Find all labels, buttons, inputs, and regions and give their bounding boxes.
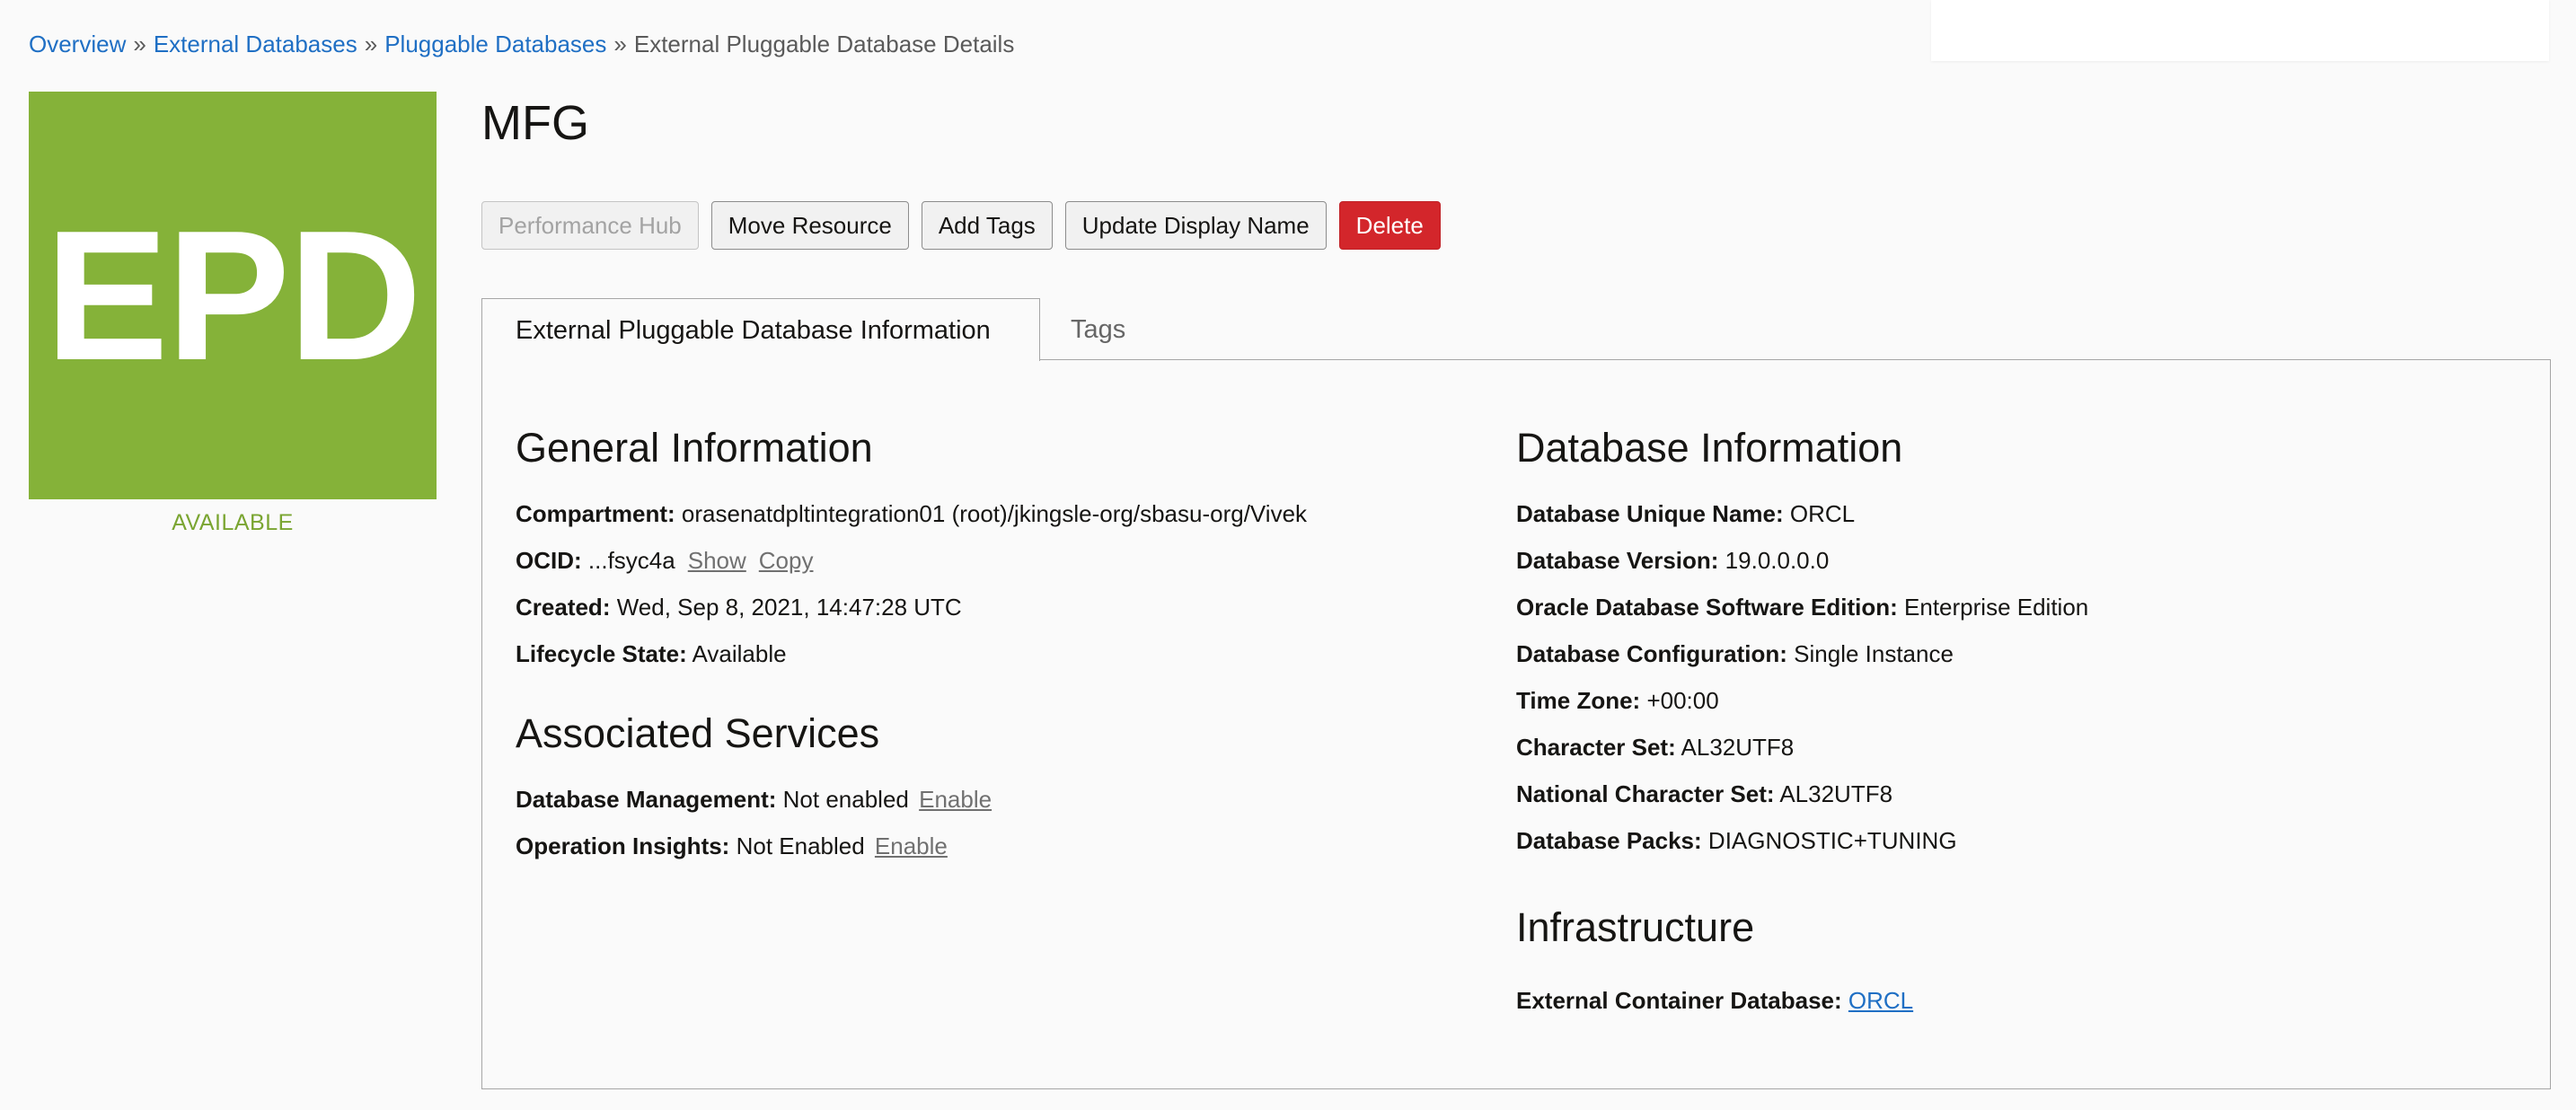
database-management-label: Database Management: (516, 786, 777, 813)
database-management-enable-link[interactable]: Enable (919, 786, 992, 813)
lifecycle-status-label: AVAILABLE (172, 510, 294, 535)
database-configuration-label: Database Configuration: (1516, 640, 1787, 667)
operation-insights-enable-link[interactable]: Enable (875, 832, 948, 859)
ocid-row: OCID: ...fsyc4a Show Copy (516, 545, 813, 576)
tab-panel: General Information Compartment: orasena… (481, 359, 2551, 1089)
database-management-row: Database Management: Not enabled Enable (516, 784, 992, 815)
action-bar: Performance Hub Move Resource Add Tags U… (481, 201, 1441, 250)
database-configuration-value: Single Instance (1794, 640, 1954, 667)
database-management-value: Not enabled (782, 786, 909, 813)
breadcrumb-pluggable-databases[interactable]: Pluggable Databases (384, 31, 606, 57)
created-label: Created: (516, 594, 611, 621)
database-unique-name-row: Database Unique Name: ORCL (1516, 498, 1855, 529)
breadcrumb-separator: » (613, 31, 627, 57)
database-version-label: Database Version: (1516, 547, 1719, 574)
character-set-row: Character Set: AL32UTF8 (1516, 732, 1794, 762)
infrastructure-heading: Infrastructure (1516, 904, 1755, 950)
update-display-name-button[interactable]: Update Display Name (1064, 201, 1327, 250)
performance-hub-button[interactable]: Performance Hub (481, 201, 699, 250)
time-zone-row: Time Zone: +00:00 (1516, 685, 1719, 716)
move-resource-button[interactable]: Move Resource (710, 201, 909, 250)
national-character-set-row: National Character Set: AL32UTF8 (1516, 779, 1892, 809)
database-version-row: Database Version: 19.0.0.0.0 (1516, 545, 1829, 576)
breadcrumb-current: External Pluggable Database Details (633, 31, 1015, 57)
operation-insights-value: Not Enabled (736, 832, 865, 859)
software-edition-row: Oracle Database Software Edition: Enterp… (1516, 592, 2088, 622)
breadcrumb-external-databases[interactable]: External Databases (154, 31, 357, 57)
compartment-label: Compartment: (516, 500, 675, 527)
lifecycle-state-value: Available (692, 640, 787, 667)
database-unique-name-value: ORCL (1789, 500, 1856, 527)
breadcrumb: Overview» External Databases» Pluggable Da… (29, 29, 1014, 59)
ocid-copy-link[interactable]: Copy (759, 547, 814, 574)
software-edition-label: Oracle Database Software Edition: (1516, 594, 1898, 621)
database-information-heading: Database Information (1516, 425, 1903, 471)
database-packs-value: DIAGNOSTIC+TUNING (1707, 827, 1957, 854)
lifecycle-state-row: Lifecycle State: Available (516, 639, 787, 669)
software-edition-value: Enterprise Edition (1904, 594, 2089, 621)
add-tags-button[interactable]: Add Tags (921, 201, 1053, 250)
time-zone-value: +00:00 (1646, 687, 1719, 714)
tab-external-pluggable-database-information[interactable]: External Pluggable Database Information (481, 298, 1040, 361)
ocid-value: ...fsyc4a (587, 547, 675, 574)
character-set-value: AL32UTF8 (1681, 734, 1795, 761)
database-configuration-row: Database Configuration: Single Instance (1516, 639, 1954, 669)
general-information-heading: General Information (516, 425, 873, 471)
breadcrumb-separator: » (364, 31, 378, 57)
associated-services-heading: Associated Services (516, 710, 880, 756)
character-set-label: Character Set: (1516, 734, 1676, 761)
created-value: Wed, Sep 8, 2021, 14:47:28 UTC (616, 594, 962, 621)
page-title: MFG (481, 96, 589, 150)
top-right-panel (1931, 0, 2549, 61)
database-packs-row: Database Packs: DIAGNOSTIC+TUNING (1516, 825, 1957, 856)
database-version-value: 19.0.0.0.0 (1725, 547, 1830, 574)
delete-button[interactable]: Delete (1338, 201, 1441, 250)
ocid-show-link[interactable]: Show (688, 547, 746, 574)
badge-label: EPD (45, 192, 422, 399)
tab-tags[interactable]: Tags (1071, 298, 1125, 361)
created-row: Created: Wed, Sep 8, 2021, 14:47:28 UTC (516, 592, 962, 622)
external-container-database-label: External Container Database: (1516, 987, 1842, 1014)
compartment-value: orasenatdpltintegration01 (root)/jkingsl… (681, 500, 1308, 527)
database-unique-name-label: Database Unique Name: (1516, 500, 1784, 527)
database-packs-label: Database Packs: (1516, 827, 1702, 854)
national-character-set-label: National Character Set: (1516, 780, 1775, 807)
external-container-database-row: External Container Database: ORCL (1516, 985, 1913, 1016)
breadcrumb-separator: » (133, 31, 146, 57)
compartment-row: Compartment: orasenatdpltintegration01 (… (516, 498, 1307, 529)
external-container-database-link[interactable]: ORCL (1848, 987, 1913, 1014)
operation-insights-label: Operation Insights: (516, 832, 730, 859)
operation-insights-row: Operation Insights: Not Enabled Enable (516, 831, 948, 861)
ocid-label: OCID: (516, 547, 582, 574)
time-zone-label: Time Zone: (1516, 687, 1641, 714)
resource-badge: EPD (29, 92, 437, 499)
lifecycle-state-label: Lifecycle State: (516, 640, 687, 667)
breadcrumb-overview[interactable]: Overview (29, 31, 126, 57)
national-character-set-value: AL32UTF8 (1779, 780, 1893, 807)
